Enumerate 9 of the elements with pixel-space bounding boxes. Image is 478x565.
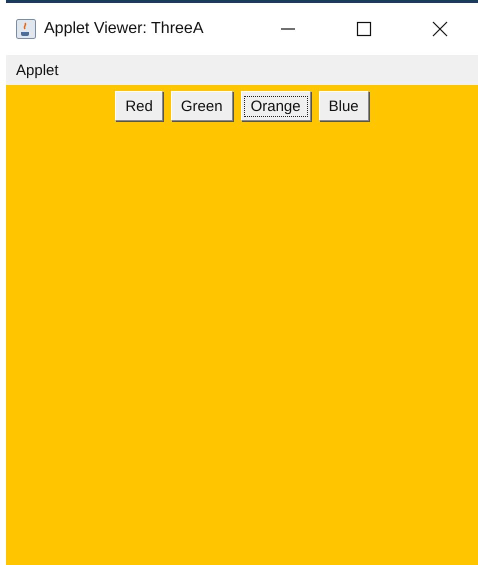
java-cup-icon — [16, 19, 36, 39]
color-button[interactable]: Orange — [240, 91, 311, 121]
color-button[interactable]: Green — [170, 91, 233, 121]
close-icon[interactable] — [432, 21, 448, 37]
menu-item[interactable]: Applet — [12, 62, 63, 78]
color-button[interactable]: Blue — [318, 91, 369, 121]
maximize-icon[interactable] — [356, 21, 372, 37]
color-button[interactable]: Red — [115, 91, 163, 121]
window-title: Applet Viewer: ThreeA — [44, 20, 204, 38]
